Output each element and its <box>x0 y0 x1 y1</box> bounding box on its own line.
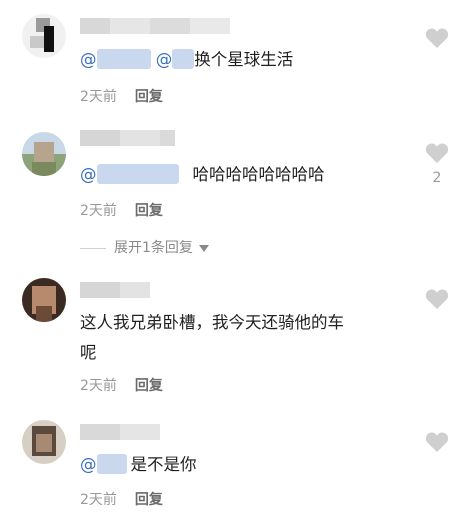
like-button[interactable] <box>425 27 449 49</box>
mention[interactable]: @ <box>80 49 151 69</box>
timestamp: 2天前 <box>80 89 117 105</box>
heart-icon <box>425 143 449 163</box>
reply-button[interactable]: 回复 <box>135 203 163 219</box>
timestamp: 2天前 <box>80 378 117 394</box>
heart-icon <box>425 432 449 452</box>
heart-icon <box>425 289 449 309</box>
avatar[interactable] <box>22 420 66 464</box>
comment-meta: 2天前 回复 <box>80 489 163 509</box>
username-blurred[interactable] <box>80 424 230 440</box>
comment-text: @ 哈哈哈哈哈哈哈哈 <box>80 164 325 184</box>
username-blurred[interactable] <box>80 282 230 298</box>
avatar[interactable] <box>22 132 66 176</box>
comment-meta: 2天前 回复 <box>80 86 163 106</box>
mention[interactable]: @ <box>80 164 179 184</box>
mention[interactable]: @ <box>80 454 127 474</box>
comment-meta: 2天前 回复 <box>80 375 163 395</box>
mention[interactable]: @ <box>156 49 195 69</box>
comment-meta: 2天前 回复 <box>80 200 163 220</box>
like-count: 2 <box>432 170 442 186</box>
avatar[interactable] <box>22 14 66 58</box>
avatar[interactable] <box>22 278 66 322</box>
reply-button[interactable]: 回复 <box>135 492 163 508</box>
username-blurred[interactable] <box>80 130 230 146</box>
expand-replies-label: 展开1条回复 <box>114 240 193 256</box>
comment-text: @ @ 换个星球生活 <box>80 49 294 69</box>
timestamp: 2天前 <box>80 492 117 508</box>
username-blurred[interactable] <box>80 18 230 34</box>
heart-icon <box>425 28 449 48</box>
expand-replies-button[interactable]: 展开1条回复 <box>80 237 209 257</box>
comment-text-line: 呢 <box>80 343 97 362</box>
comment-text-line: 这人我兄弟卧槽，我今天还骑他的车 <box>80 313 344 332</box>
timestamp: 2天前 <box>80 203 117 219</box>
comment-text: 这人我兄弟卧槽，我今天还骑他的车 呢 <box>80 308 344 368</box>
triangle-down-icon <box>198 244 209 252</box>
reply-button[interactable]: 回复 <box>135 378 163 394</box>
reply-button[interactable]: 回复 <box>135 89 163 105</box>
divider <box>80 247 106 249</box>
comment-text: @ 是不是你 <box>80 454 197 474</box>
like-button[interactable] <box>425 288 449 310</box>
like-button[interactable] <box>425 431 449 453</box>
like-button[interactable]: 2 <box>425 142 449 186</box>
